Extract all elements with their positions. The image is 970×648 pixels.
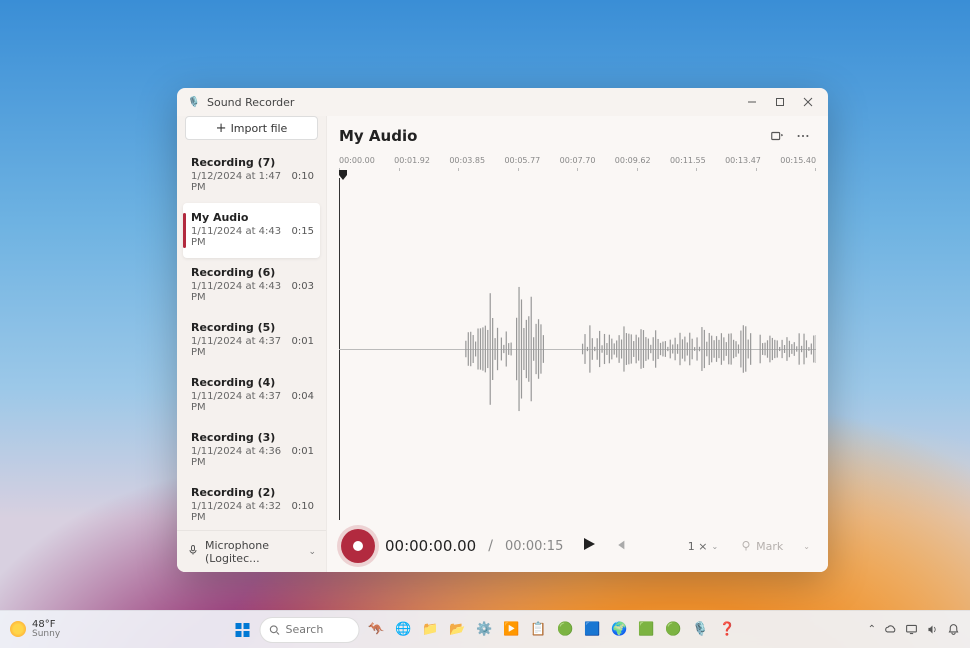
titlebar[interactable]: 🎙️ Sound Recorder [177, 88, 828, 116]
plus-icon: + [216, 122, 227, 135]
recording-item-duration: 0:01 [292, 336, 314, 347]
timeline-tick: 00:15.40 [780, 156, 816, 165]
timeline-ruler[interactable]: 00:00.0000:01.9200:03.8500:05.7700:07.70… [327, 156, 828, 178]
current-time: 00:00:00.00 [385, 537, 476, 555]
timeline-tick: 00:07.70 [560, 156, 615, 165]
import-label: Import file [231, 122, 288, 135]
taskbar-app-icon[interactable]: 🟩 [636, 619, 658, 641]
recording-item-title: Recording (4) [191, 376, 314, 389]
recording-item-duration: 0:04 [292, 391, 314, 402]
recording-item[interactable]: Recording (7) 1/12/2024 at 1:47 PM 0:10 [183, 148, 320, 203]
play-button[interactable] [581, 536, 597, 556]
mark-dropdown[interactable]: ⌄ [799, 538, 814, 555]
recording-item-date: 1/11/2024 at 4:43 PM [191, 226, 292, 248]
recording-item-title: Recording (5) [191, 321, 314, 334]
sound-recorder-window: 🎙️ Sound Recorder + Import file Recordin… [177, 88, 828, 572]
recording-item-title: Recording (3) [191, 431, 314, 444]
recording-item-duration: 0:10 [292, 171, 314, 182]
recording-item[interactable]: Recording (6) 1/11/2024 at 4:43 PM 0:03 [183, 258, 320, 313]
more-options-button[interactable] [790, 123, 816, 149]
recording-item[interactable]: Recording (5) 1/11/2024 at 4:37 PM 0:01 [183, 313, 320, 368]
sun-icon [10, 621, 26, 637]
waveform [339, 188, 816, 510]
playback-controls: 00:00:00.00 / 00:00:15 1 × ⌄ Mark [327, 520, 828, 572]
record-button[interactable] [341, 529, 375, 563]
recording-item-date: 1/11/2024 at 4:32 PM [191, 501, 292, 523]
total-time: 00:00:15 [505, 539, 563, 554]
recording-item[interactable]: Recording (4) 1/11/2024 at 4:37 PM 0:04 [183, 368, 320, 423]
taskbar-app-icon[interactable]: 🟢 [663, 619, 685, 641]
recording-item-title: Recording (7) [191, 156, 314, 169]
taskbar-app-icon[interactable]: 🟢 [555, 619, 577, 641]
playback-speed[interactable]: 1 × ⌄ [682, 536, 724, 557]
app-title: Sound Recorder [207, 96, 738, 109]
timeline-tick: 00:11.55 [670, 156, 725, 165]
taskbar-app-icon[interactable]: 🟦 [582, 619, 604, 641]
rename-button[interactable] [764, 123, 790, 149]
close-button[interactable] [794, 90, 822, 114]
timeline-tick: 00:03.85 [449, 156, 504, 165]
recording-item-title: My Audio [191, 211, 314, 224]
recording-item[interactable]: Recording (3) 1/11/2024 at 4:36 PM 0:01 [183, 423, 320, 478]
timeline-tick: 00:09.62 [615, 156, 670, 165]
main-panel: My Audio 00:00.0000:01.9200:03.8500:05.7… [327, 116, 828, 572]
recording-item-date: 1/12/2024 at 1:47 PM [191, 171, 292, 193]
notifications-icon[interactable] [947, 623, 960, 636]
taskbar-app-icon[interactable]: ⚙️ [474, 619, 496, 641]
microphone-icon [187, 544, 199, 559]
taskbar[interactable]: 48°F Sunny Search 🦘🌐📁📂⚙️▶️📋🟢🟦🌍🟩🟢🎙️❓ ⌃ [0, 610, 970, 648]
timeline-tick: 00:01.92 [394, 156, 449, 165]
app-icon: 🎙️ [187, 95, 201, 109]
taskbar-app-icon[interactable]: 🦘 [366, 619, 388, 641]
volume-icon[interactable] [926, 623, 939, 636]
recording-item-duration: 0:10 [292, 501, 314, 512]
microphone-label: Microphone (Logitec... [205, 539, 302, 565]
import-file-button[interactable]: + Import file [185, 116, 318, 140]
timeline-tick: 00:05.77 [504, 156, 559, 165]
recording-item-duration: 0:15 [292, 226, 314, 237]
recording-item-date: 1/11/2024 at 4:37 PM [191, 336, 292, 358]
recording-item[interactable]: Recording (2) 1/11/2024 at 4:32 PM 0:10 [183, 478, 320, 530]
time-separator: / [488, 538, 493, 554]
taskbar-app-icon[interactable]: ▶️ [501, 619, 523, 641]
recording-item-duration: 0:03 [292, 281, 314, 292]
onedrive-icon[interactable] [884, 623, 897, 636]
weather-condition: Sunny [32, 630, 60, 640]
chevron-down-icon: ⌄ [308, 547, 316, 557]
recording-title: My Audio [339, 127, 764, 145]
taskbar-app-icon[interactable]: 🌐 [393, 619, 415, 641]
microphone-selector[interactable]: Microphone (Logitec... ⌄ [177, 530, 326, 572]
tray-overflow[interactable]: ⌃ [868, 624, 876, 635]
taskbar-app-icon[interactable]: 📁 [420, 619, 442, 641]
waveform-area[interactable] [327, 178, 828, 520]
maximize-button[interactable] [766, 90, 794, 114]
recording-item-date: 1/11/2024 at 4:37 PM [191, 391, 292, 413]
taskbar-app-icon[interactable]: 📂 [447, 619, 469, 641]
weather-widget[interactable]: 48°F Sunny [10, 619, 60, 640]
system-tray[interactable]: ⌃ [868, 623, 960, 636]
taskbar-search[interactable]: Search [260, 617, 360, 643]
recording-item-date: 1/11/2024 at 4:36 PM [191, 446, 292, 468]
recording-item[interactable]: My Audio 1/11/2024 at 4:43 PM 0:15 [183, 203, 320, 258]
taskbar-app-icon[interactable]: 📋 [528, 619, 550, 641]
taskbar-app-icon[interactable]: ❓ [717, 619, 739, 641]
mark-button[interactable]: Mark [734, 536, 789, 557]
network-icon[interactable] [905, 623, 918, 636]
start-button[interactable] [232, 619, 254, 641]
recording-item-title: Recording (6) [191, 266, 314, 279]
timeline-tick: 00:13.47 [725, 156, 780, 165]
main-header: My Audio [327, 116, 828, 156]
minimize-button[interactable] [738, 90, 766, 114]
timeline-tick: 00:00.00 [339, 156, 394, 165]
taskbar-app-icon[interactable]: 🎙️ [690, 619, 712, 641]
search-icon [269, 624, 281, 636]
recording-item-duration: 0:01 [292, 446, 314, 457]
recordings-list[interactable]: Recording (7) 1/12/2024 at 1:47 PM 0:10M… [177, 144, 326, 530]
recording-item-title: Recording (2) [191, 486, 314, 499]
taskbar-app-icon[interactable]: 🌍 [609, 619, 631, 641]
chevron-down-icon: ⌄ [711, 542, 718, 551]
recording-item-date: 1/11/2024 at 4:43 PM [191, 281, 292, 303]
sidebar: + Import file Recording (7) 1/12/2024 at… [177, 116, 327, 572]
skip-back-button[interactable] [613, 537, 627, 556]
